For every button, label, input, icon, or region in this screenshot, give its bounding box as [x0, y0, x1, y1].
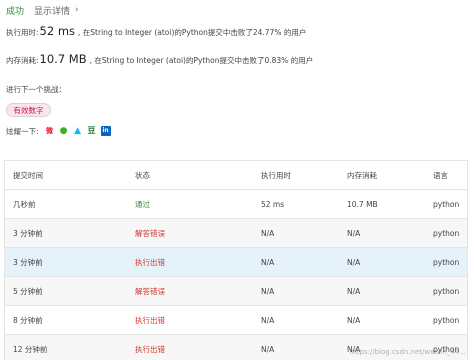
cell-language: python: [433, 199, 460, 209]
header-memory: 内存消耗: [347, 170, 377, 180]
result-header: 成功 显示详情 ›: [6, 3, 79, 17]
cell-status-link[interactable]: 执行出错: [129, 257, 255, 268]
runtime-summary: 执行用时: 52 ms , 在String to Integer (atoi)的…: [6, 24, 306, 38]
header-submit-time: 提交时间: [13, 170, 43, 180]
header-runtime: 执行用时: [261, 170, 291, 180]
cell-memory: N/A: [347, 228, 361, 238]
share-label: 炫耀一下:: [6, 126, 39, 136]
cell-runtime: N/A: [261, 315, 275, 325]
submissions-table: 提交时间 状态 执行用时 内存消耗 语言 几秒前 通过 52 ms 10.7 M…: [4, 160, 468, 360]
cell-runtime: 52 ms: [261, 199, 285, 209]
chevron-right-icon[interactable]: ›: [75, 5, 79, 15]
table-header-row: 提交时间 状态 执行用时 内存消耗 语言: [5, 161, 467, 190]
cell-submit-time: 8 分钟前: [13, 315, 43, 325]
share-icons: 微 ● ▲ 豆 in: [45, 126, 115, 136]
cell-language: python: [433, 257, 460, 267]
cell-memory: N/A: [347, 286, 361, 296]
cell-memory: N/A: [347, 257, 361, 267]
weibo-icon[interactable]: 微: [45, 126, 55, 136]
linkedin-icon[interactable]: in: [100, 126, 111, 136]
cell-submit-time: 5 分钟前: [13, 286, 43, 296]
cell-runtime: N/A: [261, 257, 275, 267]
result-status: 成功: [6, 6, 25, 17]
cell-submit-time: 几秒前: [13, 199, 36, 209]
wechat-icon[interactable]: ●: [59, 126, 69, 136]
show-details-link[interactable]: 显示详情: [34, 4, 70, 17]
douban-icon[interactable]: 豆: [87, 126, 97, 136]
cell-status-link[interactable]: 解答错误: [129, 286, 255, 297]
cell-memory: N/A: [347, 315, 361, 325]
cell-language: python: [433, 228, 460, 238]
cell-status-link[interactable]: 通过: [129, 199, 255, 210]
memory-description: , 在String to Integer (atoi)的Python提交中击败了…: [89, 56, 314, 65]
memory-label: 内存消耗:: [6, 56, 39, 65]
cell-submit-time: 3 分钟前: [13, 257, 43, 267]
qq-icon[interactable]: ▲: [73, 126, 83, 136]
cell-memory: 10.7 MB: [347, 199, 378, 209]
cell-submit-time: 3 分钟前: [13, 228, 43, 238]
table-row[interactable]: 5 分钟前 解答错误 N/A N/A python: [5, 277, 467, 306]
table-row[interactable]: 几秒前 通过 52 ms 10.7 MB python: [5, 190, 467, 219]
next-challenge-tag[interactable]: 有效数字: [6, 103, 51, 117]
share-bar: 炫耀一下: 微 ● ▲ 豆 in: [6, 125, 115, 137]
next-challenge-label: 进行下一个挑战：: [6, 85, 66, 94]
cell-runtime: N/A: [261, 228, 275, 238]
runtime-value: 52 ms: [39, 24, 76, 38]
header-status: 状态: [135, 170, 150, 180]
table-row[interactable]: 3 分钟前 执行出错 N/A N/A python: [5, 248, 467, 277]
cell-runtime: N/A: [261, 344, 275, 354]
cell-submit-time: 12 分钟前: [13, 344, 48, 354]
table-row[interactable]: 8 分钟前 执行出错 N/A N/A python: [5, 306, 467, 335]
memory-value: 10.7 MB: [39, 52, 87, 66]
table-row[interactable]: 3 分钟前 解答错误 N/A N/A python: [5, 219, 467, 248]
watermark: https://blog.csdn.net/weixin_44...: [349, 348, 466, 356]
cell-status-link[interactable]: 执行出错: [129, 315, 255, 326]
runtime-description: , 在String to Integer (atoi)的Python提交中击败了…: [78, 28, 307, 37]
cell-language: python: [433, 286, 460, 296]
header-language: 语言: [433, 170, 448, 180]
cell-language: python: [433, 315, 460, 325]
memory-summary: 内存消耗: 10.7 MB , 在String to Integer (atoi…: [6, 52, 313, 66]
runtime-label: 执行用时:: [6, 28, 39, 37]
cell-status-link[interactable]: 解答错误: [129, 228, 255, 239]
cell-runtime: N/A: [261, 286, 275, 296]
cell-status-link[interactable]: 执行出错: [129, 344, 255, 355]
